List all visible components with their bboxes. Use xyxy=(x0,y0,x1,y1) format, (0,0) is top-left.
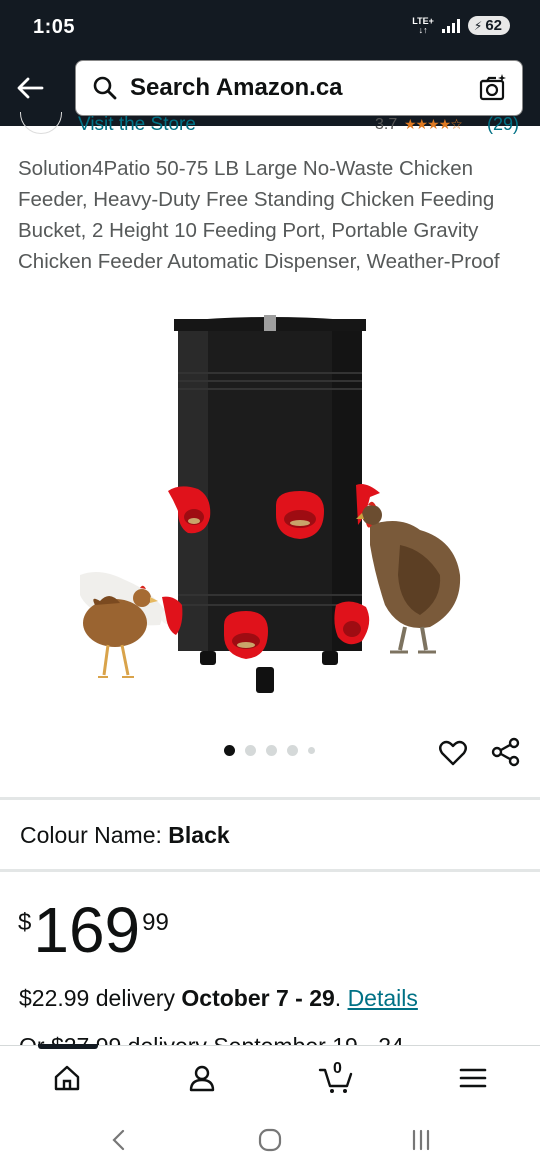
system-home-button[interactable] xyxy=(255,1125,285,1155)
delivery-dates: October 7 - 29 xyxy=(181,985,335,1011)
battery-indicator: ⚡ 62 xyxy=(467,16,510,35)
divider xyxy=(0,869,540,872)
carousel-dot[interactable] xyxy=(287,745,298,756)
chevron-left-icon xyxy=(112,1129,125,1151)
heart-icon[interactable] xyxy=(438,738,468,768)
nav-home[interactable] xyxy=(49,1060,85,1096)
status-icons: LTE+ ↓↑ ⚡ 62 xyxy=(412,16,510,35)
cart-count: 0 xyxy=(333,1060,342,1077)
carousel-dot[interactable] xyxy=(245,745,256,756)
search-input[interactable]: Search Amazon.ca xyxy=(75,60,523,116)
recents-icon xyxy=(412,1129,430,1151)
search-placeholder: Search Amazon.ca xyxy=(130,74,343,101)
camera-search-icon[interactable] xyxy=(478,73,508,103)
product-title: Solution4Patio 50-75 LB Large No-Waste C… xyxy=(18,157,500,273)
search-icon xyxy=(93,76,117,100)
signal-icon xyxy=(441,18,460,33)
price: $ 169 99 xyxy=(18,895,169,965)
price-currency: $ xyxy=(18,909,32,936)
home-icon xyxy=(54,1065,80,1091)
reviews-count-link[interactable]: (29) xyxy=(487,114,519,135)
status-bar: 1:05 LTE+ ↓↑ ⚡ 62 xyxy=(0,0,540,58)
status-time: 1:05 xyxy=(33,16,76,38)
store-logo xyxy=(20,112,62,134)
divider xyxy=(0,797,540,800)
battery-charging-icon: ⚡ xyxy=(473,18,483,33)
image-carousel-dots[interactable] xyxy=(224,745,315,756)
colour-value: Black xyxy=(168,822,230,848)
share-icon[interactable] xyxy=(490,736,522,768)
home-circle-icon xyxy=(258,1128,282,1152)
arrow-left-icon xyxy=(17,77,44,99)
system-nav-bar xyxy=(0,1107,540,1170)
menu-icon xyxy=(459,1068,487,1088)
rating-value: 3.7 xyxy=(375,116,398,133)
nav-active-indicator xyxy=(38,1044,98,1049)
user-icon xyxy=(189,1065,215,1092)
delivery-details-link[interactable]: Details xyxy=(348,985,418,1011)
back-button[interactable] xyxy=(14,72,46,104)
price-fraction: 99 xyxy=(142,909,169,936)
store-row: Visit the Store 3.7 ★★★★☆ (29) xyxy=(0,112,540,136)
nav-account[interactable] xyxy=(184,1060,220,1096)
bottom-nav: 0 xyxy=(0,1044,540,1107)
system-recents-button[interactable] xyxy=(406,1125,436,1155)
colour-selection: Colour Name: Black xyxy=(20,822,230,849)
delivery-info: $22.99 delivery October 7 - 29. Details xyxy=(19,985,418,1011)
visit-store-link[interactable]: Visit the Store xyxy=(78,114,196,136)
star-rating-icon[interactable]: ★★★★☆ xyxy=(404,116,463,133)
colour-label: Colour Name: xyxy=(20,822,169,848)
system-back-button[interactable] xyxy=(104,1125,134,1155)
carousel-dot[interactable] xyxy=(224,745,235,756)
carousel-dot[interactable] xyxy=(266,745,277,756)
nav-cart[interactable]: 0 xyxy=(318,1060,354,1096)
carousel-dot[interactable] xyxy=(308,747,315,754)
nav-menu[interactable] xyxy=(455,1060,491,1096)
delivery-fee: $22.99 delivery xyxy=(19,985,182,1011)
product-image[interactable] xyxy=(70,305,470,705)
network-type: LTE+ ↓↑ xyxy=(412,15,434,35)
price-whole: 169 xyxy=(33,894,141,966)
